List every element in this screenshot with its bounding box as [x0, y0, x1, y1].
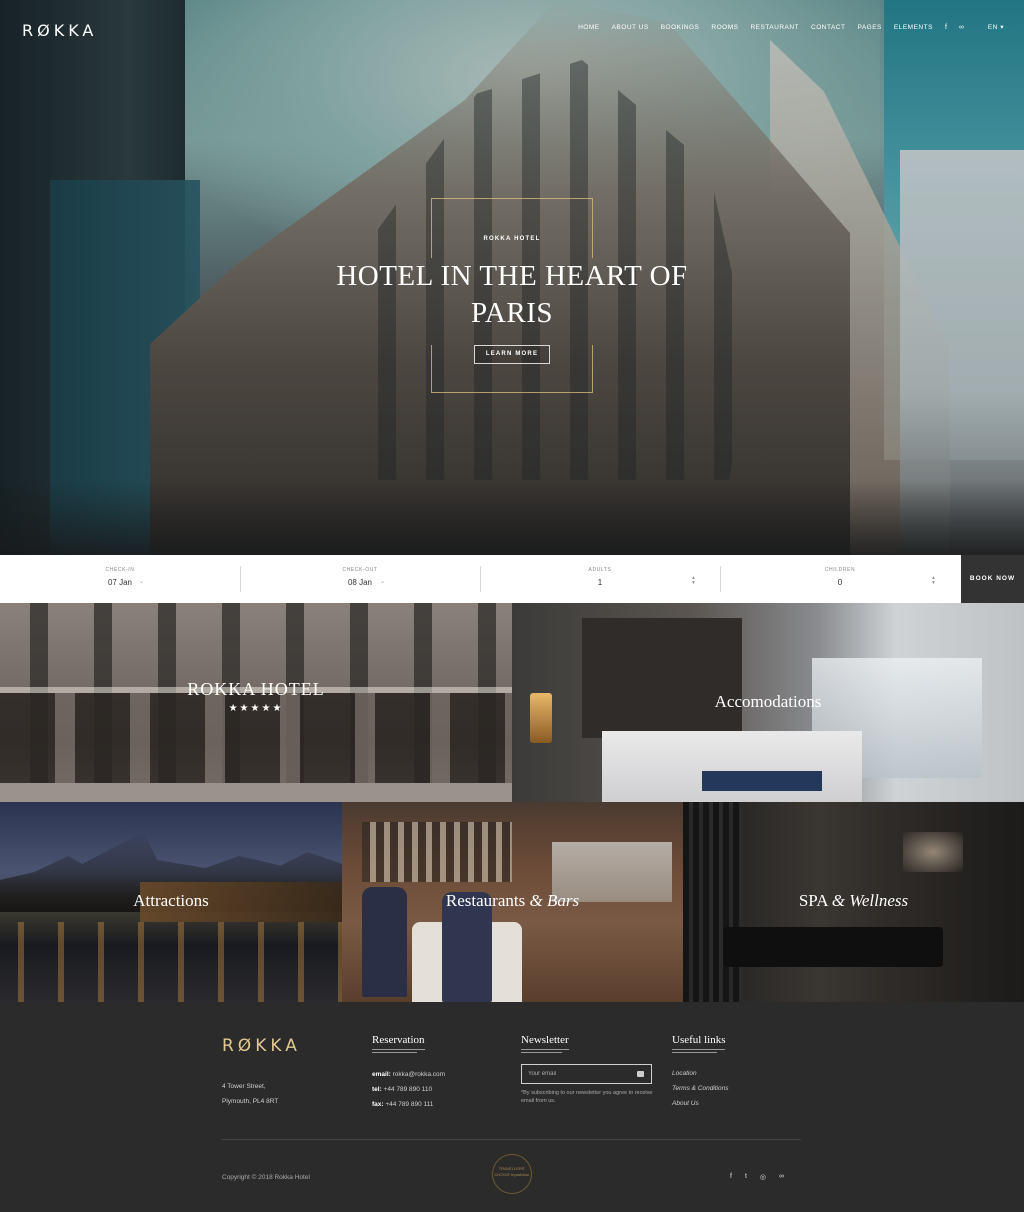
nav-rooms[interactable]: ROOMS	[711, 24, 738, 31]
footer-fax: +44 789 890 111	[385, 1101, 434, 1108]
tile-restaurants-title: Restaurants & Bars	[445, 891, 580, 910]
hero-title: HOTEL IN THE HEART OF PARIS	[336, 260, 688, 329]
adults-label: ADULTS	[588, 567, 612, 573]
tile-restaurants-bars[interactable]: Restaurants & Bars	[342, 802, 683, 1002]
tripadvisor-icon[interactable]: ∞	[779, 1173, 784, 1181]
hero-kicker: ROKKA HOTEL	[483, 236, 541, 242]
checkin-value[interactable]: 07 Jan	[0, 578, 240, 587]
children-label: CHILDREN	[824, 567, 856, 573]
adults-value[interactable]: 1	[480, 578, 720, 587]
nav-elements[interactable]: ELEMENTS	[894, 24, 933, 31]
checkout-field[interactable]: CHECK-OUT 08 Jan ⌄	[240, 555, 480, 603]
checkin-field[interactable]: CHECK-IN 07 Jan ⌄	[0, 555, 240, 603]
facebook-icon[interactable]: f	[945, 24, 947, 31]
adults-field[interactable]: ADULTS 1 ▲ ▼	[480, 555, 720, 603]
checkout-value[interactable]: 08 Jan	[240, 578, 480, 587]
tripadvisor-icon[interactable]: ∞	[959, 24, 964, 31]
hero-section: RØKKA HOME ABOUT US BOOKINGS ROOMS RESTA…	[0, 0, 1024, 555]
newsletter-note: *By subscribing to our newsletter you ag…	[521, 1090, 653, 1104]
tile-attractions[interactable]: Attractions	[0, 802, 342, 1002]
site-footer: RØKKA 4 Tower Street, Plymouth, PL4 8RT …	[0, 1002, 1024, 1212]
tile-rokka-hotel[interactable]: ROKKA HOTEL ★★★★★	[0, 603, 512, 802]
tripadvisor-badge-icon: TRAVELLERS' CHOICE tripadvisor	[492, 1154, 532, 1194]
checkin-label: CHECK-IN	[105, 567, 135, 573]
send-icon[interactable]	[637, 1071, 644, 1077]
tile-accommodations-title: Accomodations	[714, 692, 822, 711]
footer-logo[interactable]: RØKKA	[222, 1036, 301, 1056]
hero-frame-top	[431, 198, 593, 258]
footer-link-about[interactable]: About Us	[672, 1096, 728, 1111]
nav-contact[interactable]: CONTACT	[811, 24, 845, 31]
footer-newsletter-heading: Newsletter	[521, 1034, 569, 1053]
children-stepper-icon[interactable]: ▲ ▼	[931, 576, 936, 586]
footer-copyright: Copyright © 2018 Rokka Hotel	[222, 1174, 310, 1181]
chevron-down-icon[interactable]: ⌄	[380, 578, 385, 585]
newsletter-form	[521, 1064, 652, 1084]
adults-stepper-icon[interactable]: ▲ ▼	[691, 576, 696, 586]
footer-reservation-info: email: rokka@rokka.com tel: +44 789 890 …	[372, 1071, 446, 1108]
site-logo[interactable]: RØKKA	[22, 21, 97, 40]
tile-spa-title: SPA & Wellness	[798, 891, 909, 910]
facebook-icon[interactable]: f	[730, 1173, 732, 1181]
nav-pages[interactable]: PAGES	[857, 24, 881, 31]
instagram-icon[interactable]: ◎	[760, 1173, 766, 1181]
tile-spa-wellness[interactable]: SPA & Wellness	[683, 802, 1024, 1002]
footer-social: f t ◎ ∞	[730, 1173, 784, 1181]
tile-hotel-stars: ★★★★★	[228, 703, 284, 714]
footer-links: Location Terms & Conditions About Us	[672, 1066, 728, 1111]
tile-accommodations[interactable]: Accomodations	[512, 603, 1024, 802]
tile-attractions-title: Attractions	[133, 891, 209, 910]
footer-links-heading: Useful links	[672, 1034, 726, 1053]
newsletter-email-input[interactable]	[528, 1067, 638, 1081]
nav-home[interactable]: HOME	[578, 24, 600, 31]
footer-tel[interactable]: +44 789 890 110	[384, 1086, 433, 1093]
footer-address: 4 Tower Street, Plymouth, PL4 8RT	[222, 1083, 279, 1105]
booking-bar: CHECK-IN 07 Jan ⌄ CHECK-OUT 08 Jan ⌄ ADU…	[0, 555, 1024, 603]
twitter-icon[interactable]: t	[745, 1173, 747, 1181]
nav-restaurant[interactable]: RESTAURANT	[750, 24, 799, 31]
main-nav: HOME ABOUT US BOOKINGS ROOMS RESTAURANT …	[578, 23, 1004, 32]
footer-link-terms[interactable]: Terms & Conditions	[672, 1081, 728, 1096]
checkout-label: CHECK-OUT	[342, 567, 378, 573]
footer-reservation-heading: Reservation	[372, 1034, 425, 1053]
language-selector[interactable]: EN ▾	[988, 23, 1004, 31]
children-value[interactable]: 0	[720, 578, 960, 587]
footer-email[interactable]: rokka@rokka.com	[393, 1071, 445, 1078]
nav-bookings[interactable]: BOOKINGS	[661, 24, 700, 31]
children-field[interactable]: CHILDREN 0 ▲ ▼	[720, 555, 960, 603]
chevron-down-icon[interactable]: ⌄	[139, 578, 144, 585]
footer-link-location[interactable]: Location	[672, 1066, 728, 1081]
book-now-button[interactable]: BOOK NOW	[961, 555, 1024, 603]
footer-divider	[222, 1139, 801, 1140]
nav-about-us[interactable]: ABOUT US	[612, 24, 649, 31]
tile-hotel-title: ROKKA HOTEL	[187, 679, 325, 699]
learn-more-button[interactable]: LEARN MORE	[474, 345, 550, 364]
